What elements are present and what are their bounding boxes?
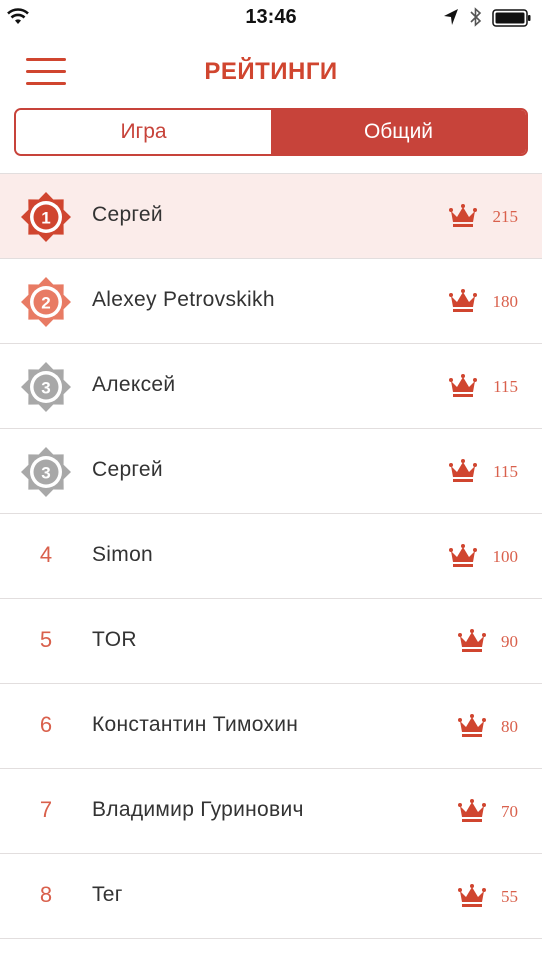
player-name: Сергей bbox=[92, 203, 163, 226]
player-score: 90 bbox=[501, 632, 518, 651]
rating-row[interactable]: 3 Сергей 115 bbox=[0, 429, 542, 514]
status-time: 13:46 bbox=[245, 6, 297, 28]
crown-icon bbox=[458, 799, 486, 822]
rank-badge-icon: 1 bbox=[21, 192, 71, 242]
battery-icon bbox=[492, 9, 531, 27]
player-score: 115 bbox=[493, 462, 518, 481]
tab-overall[interactable]: Общий bbox=[271, 110, 526, 154]
crown-icon bbox=[449, 204, 477, 227]
player-score: 115 bbox=[493, 377, 518, 396]
crown-icon bbox=[458, 884, 486, 907]
crown-icon bbox=[449, 544, 477, 567]
player-name: Алексей bbox=[92, 373, 176, 396]
crown-icon bbox=[449, 289, 477, 312]
player-name: Simon bbox=[92, 543, 154, 566]
rank-badge-icon: 2 bbox=[21, 277, 71, 327]
rating-row[interactable]: 6 Константин Тимохин 80 bbox=[0, 684, 542, 769]
rating-row[interactable]: 2 Alexey Petrovskikh 180 bbox=[0, 259, 542, 344]
player-name: Teг bbox=[92, 883, 123, 906]
rank-number: 6 bbox=[39, 712, 53, 737]
rank-number: 7 bbox=[39, 797, 53, 822]
rank-number: 5 bbox=[39, 627, 53, 652]
player-score: 215 bbox=[492, 207, 519, 226]
rank-number: 4 bbox=[39, 542, 53, 567]
player-name: TOR bbox=[92, 628, 137, 651]
rank-badge-number: 3 bbox=[41, 464, 50, 483]
rank-badge-number: 3 bbox=[41, 379, 50, 398]
player-name: Владимир Гуринович bbox=[92, 798, 304, 821]
player-name: Константин Тимохин bbox=[92, 713, 299, 736]
player-score: 100 bbox=[492, 547, 519, 566]
crown-icon bbox=[458, 629, 486, 652]
rating-row[interactable]: 1 Сергей 215 bbox=[0, 174, 542, 259]
player-score: 70 bbox=[501, 802, 518, 821]
header: РЕЙТИНГИ bbox=[0, 40, 542, 104]
player-score: 80 bbox=[501, 717, 518, 736]
rank-number: 8 bbox=[39, 882, 53, 907]
crown-icon bbox=[458, 714, 486, 737]
page-title: РЕЙТИНГИ bbox=[204, 58, 338, 85]
crown-icon bbox=[449, 374, 477, 397]
tab-game[interactable]: Игра bbox=[16, 110, 271, 154]
rating-row[interactable]: 7 Владимир Гуринович 70 bbox=[0, 769, 542, 854]
status-bar: 13:46 bbox=[0, 0, 542, 36]
rank-badge-number: 1 bbox=[41, 209, 50, 228]
rating-row[interactable]: 8 Teг 55 bbox=[0, 854, 542, 939]
rating-row[interactable]: 5 TOR 90 bbox=[0, 599, 542, 684]
player-score: 55 bbox=[501, 887, 518, 906]
rating-row[interactable]: 3 Алексей 115 bbox=[0, 344, 542, 429]
player-name: Alexey Petrovskikh bbox=[92, 288, 275, 311]
ratings-list: 1 Сергей 215 2 Alexey Petrovskikh 180 3 Алексей… bbox=[0, 173, 542, 939]
rating-type-tabs: Игра Общий bbox=[14, 108, 528, 156]
rank-badge-number: 2 bbox=[41, 294, 50, 313]
player-name: Сергей bbox=[92, 458, 163, 481]
player-score: 180 bbox=[492, 292, 519, 311]
bluetooth-icon bbox=[470, 7, 482, 27]
rating-row[interactable]: 4 Simon 100 bbox=[0, 514, 542, 599]
location-arrow-icon bbox=[444, 9, 458, 25]
rank-badge-icon: 3 bbox=[21, 447, 71, 497]
rank-badge-icon: 3 bbox=[21, 362, 71, 412]
crown-icon bbox=[449, 459, 477, 482]
